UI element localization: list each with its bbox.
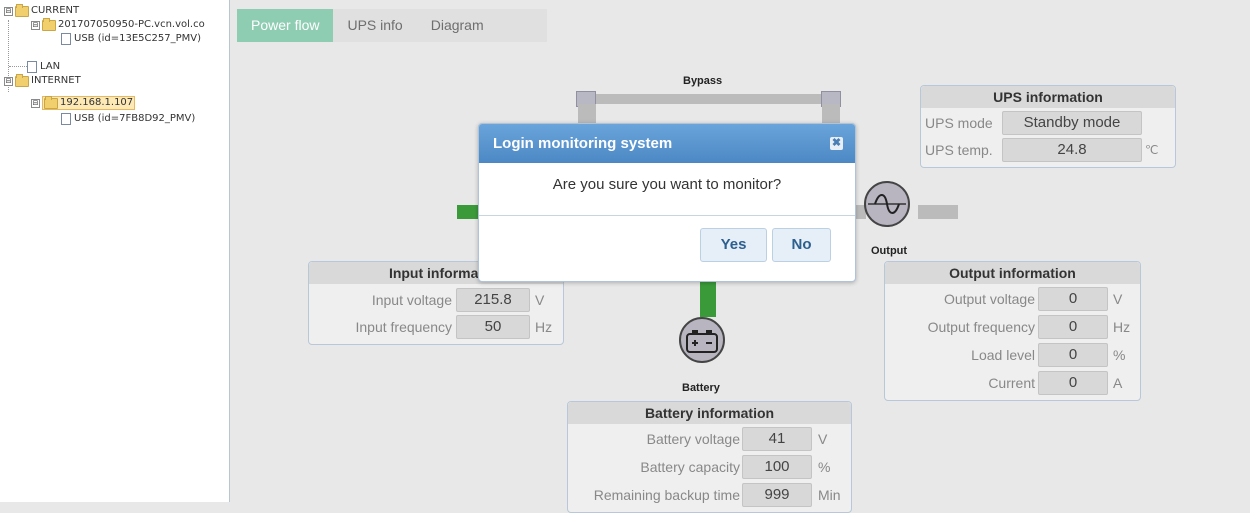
tree-node-usb-2[interactable]: USB (id=7FB8D92_PMV) (61, 113, 195, 125)
dialog-header: Login monitoring system ✖ (479, 124, 855, 163)
folder-icon (44, 95, 58, 109)
input-line (457, 205, 479, 219)
device-icon (27, 61, 37, 73)
bypass-line (584, 94, 838, 104)
ups-temp-label: UPS temp. (925, 142, 993, 158)
input-frequency-label: Input frequency (355, 319, 452, 335)
bypass-drop-right (822, 104, 840, 124)
panel-title: Battery information (568, 402, 851, 424)
tree-node-label: LAN (40, 61, 61, 72)
login-dialog: Login monitoring system ✖ Are you sure y… (478, 123, 856, 282)
backup-time-label: Remaining backup time (593, 487, 740, 503)
close-icon[interactable]: ✖ (830, 137, 843, 150)
no-button[interactable]: No (772, 228, 831, 262)
tree-node-pc[interactable]: ⊟ 201707050950-PC.vcn.vol.co (31, 17, 205, 31)
ups-temp-unit: ℃ (1145, 143, 1159, 157)
input-frequency-value: 50 (456, 315, 530, 339)
tree-node-internet[interactable]: ⊟ INTERNET (4, 73, 81, 87)
battery-node (679, 317, 725, 363)
sine-wave-icon (868, 194, 906, 214)
panel-title: Output information (885, 262, 1140, 284)
input-voltage-value: 215.8 (456, 288, 530, 312)
battery-info-panel: Battery information Battery voltage 41 V… (567, 401, 852, 513)
output-label: Output (871, 245, 908, 257)
tab-bar: Power flow UPS info Diagram (237, 9, 547, 42)
device-tree: ⊟ CURRENT ⊟ 201707050950-PC.vcn.vol.co U… (0, 0, 230, 502)
tab-power-flow[interactable]: Power flow (237, 9, 334, 42)
device-icon (61, 33, 71, 45)
collapse-icon[interactable]: ⊟ (4, 6, 13, 16)
load-level-unit: % (1113, 347, 1126, 363)
current-unit: A (1113, 375, 1123, 391)
collapse-icon[interactable]: ⊟ (4, 76, 13, 86)
battery-capacity-label: Battery capacity (640, 459, 740, 475)
load-level-value: 0 (1038, 343, 1108, 367)
current-label: Current (988, 375, 1035, 391)
dialog-title: Login monitoring system (493, 135, 673, 152)
ups-temp-value: 24.8 (1002, 138, 1142, 162)
tree-node-usb-1[interactable]: USB (id=13E5C257_PMV) (61, 33, 201, 45)
tree-node-current[interactable]: ⊟ CURRENT (4, 3, 80, 17)
output-voltage-label: Output voltage (943, 291, 1035, 307)
output-line-right (918, 205, 958, 219)
battery-voltage-value: 41 (742, 427, 812, 451)
panel-title: UPS information (921, 86, 1175, 108)
collapse-icon[interactable]: ⊟ (31, 98, 40, 108)
tree-node-selected[interactable]: 192.168.1.107 (42, 95, 136, 110)
tab-ups-info[interactable]: UPS info (333, 9, 416, 42)
battery-capacity-unit: % (818, 459, 831, 475)
backup-time-unit: Min (818, 487, 841, 503)
collapse-icon[interactable]: ⊟ (31, 20, 40, 30)
input-voltage-label: Input voltage (371, 292, 452, 308)
folder-icon (15, 3, 29, 17)
yes-button[interactable]: Yes (700, 228, 767, 262)
tree-node-label: 192.168.1.107 (60, 97, 134, 108)
ups-mode-value: Standby mode (1002, 111, 1142, 135)
tree-node-label: INTERNET (31, 75, 81, 86)
battery-voltage-label: Battery voltage (646, 431, 740, 447)
input-voltage-unit: V (535, 292, 545, 308)
bypass-label: Bypass (683, 75, 723, 87)
battery-label: Battery (682, 382, 720, 394)
ups-mode-label: UPS mode (925, 115, 993, 131)
ups-info-panel: UPS information UPS mode Standby mode UP… (920, 85, 1176, 168)
tree-node-label: USB (id=7FB8D92_PMV) (74, 113, 196, 124)
battery-voltage-unit: V (818, 431, 828, 447)
tree-node-label: 201707050950-PC.vcn.vol.co (58, 19, 205, 30)
bypass-drop-left (578, 104, 596, 124)
tree-node-label: CURRENT (31, 5, 80, 16)
input-frequency-unit: Hz (535, 319, 553, 335)
current-value: 0 (1038, 371, 1108, 395)
output-voltage-unit: V (1113, 291, 1123, 307)
output-frequency-value: 0 (1038, 315, 1108, 339)
backup-time-value: 999 (742, 483, 812, 507)
tab-diagram[interactable]: Diagram (417, 9, 498, 42)
output-frequency-unit: Hz (1113, 319, 1131, 335)
battery-line (700, 281, 716, 317)
output-info-panel: Output information Output voltage 0 V Ou… (884, 261, 1141, 401)
device-icon (61, 113, 71, 125)
folder-icon (15, 73, 29, 87)
folder-icon (42, 17, 56, 31)
load-level-label: Load level (971, 347, 1035, 363)
tree-node-ip[interactable]: ⊟ 192.168.1.107 (31, 95, 136, 110)
tree-node-lan[interactable]: LAN (27, 61, 60, 73)
output-voltage-value: 0 (1038, 287, 1108, 311)
output-node (864, 181, 910, 227)
tree-node-label: USB (id=13E5C257_PMV) (74, 33, 201, 44)
battery-capacity-value: 100 (742, 455, 812, 479)
dialog-message: Are you sure you want to monitor? (479, 163, 855, 216)
output-frequency-label: Output frequency (927, 319, 1035, 335)
battery-icon (686, 330, 718, 353)
